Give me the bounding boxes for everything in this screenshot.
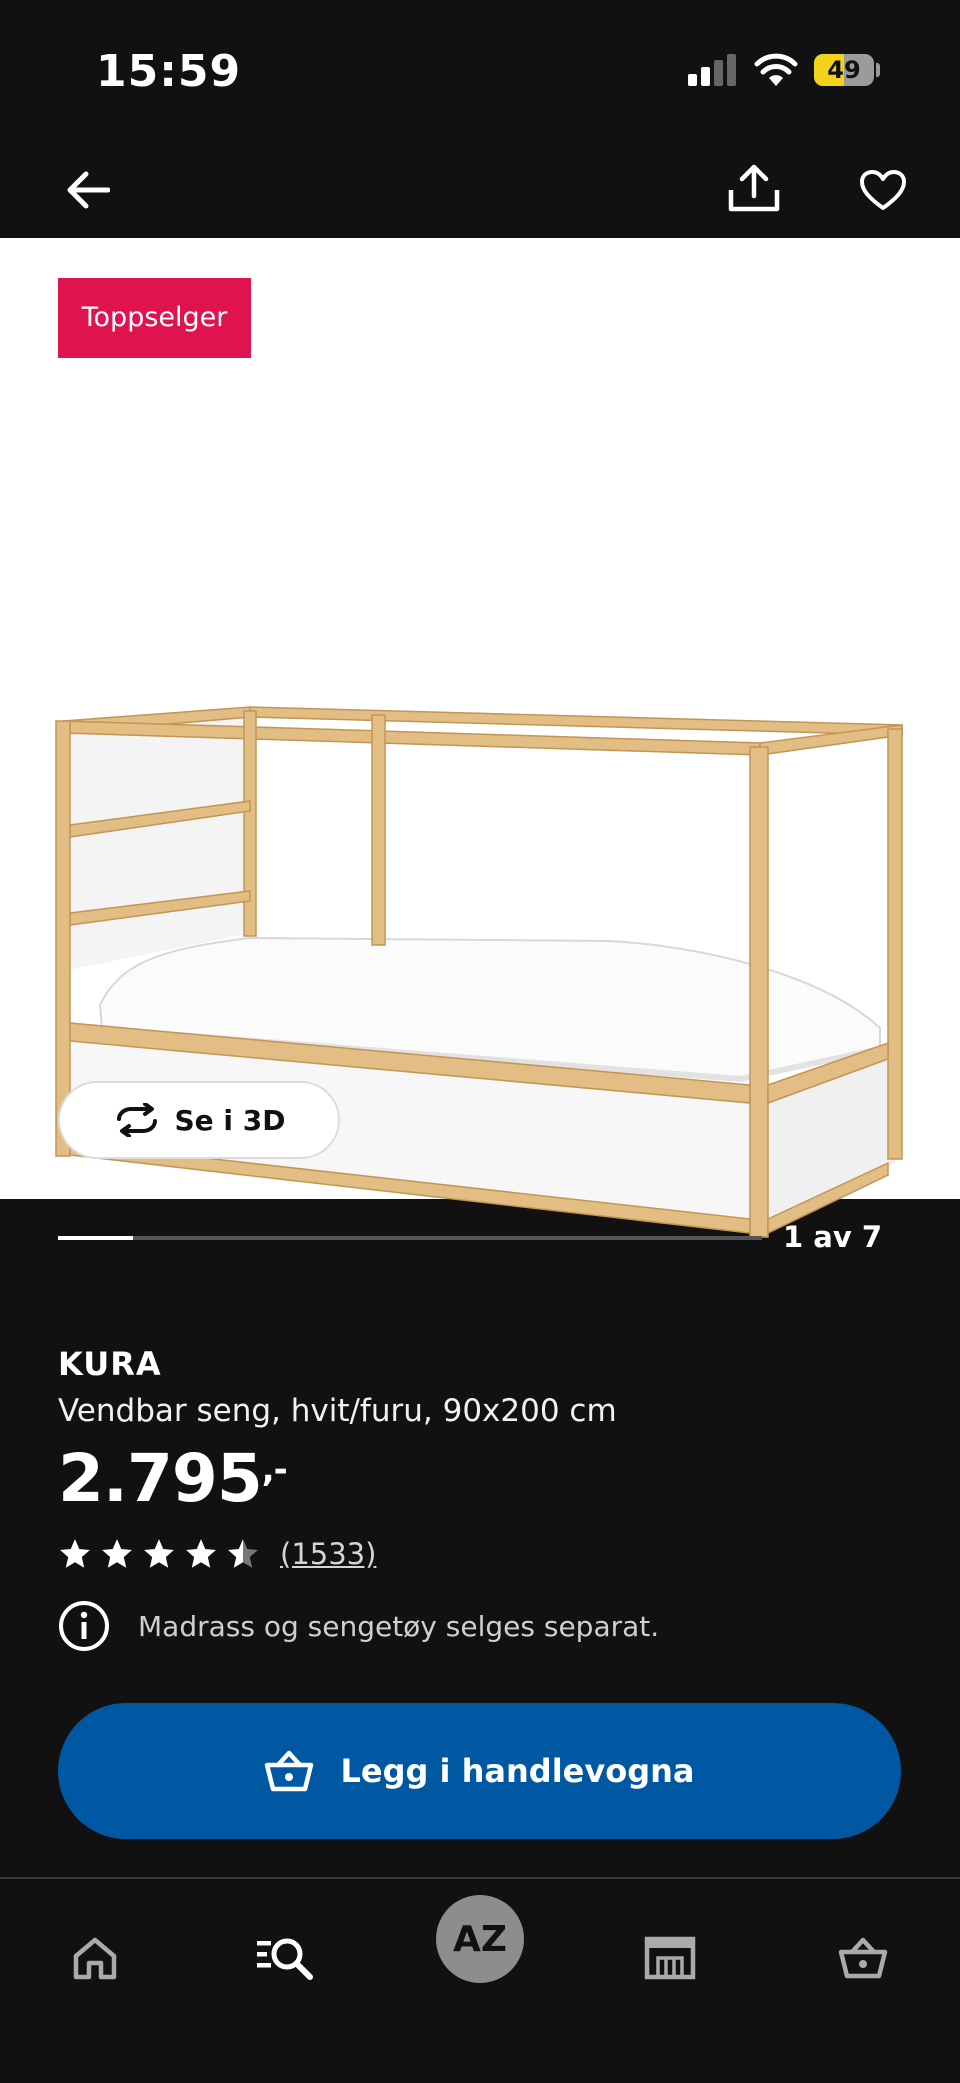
search-icon: [257, 1938, 313, 1980]
status-bar: 15:59 49: [0, 0, 960, 140]
favorite-heart-icon[interactable]: [855, 162, 911, 218]
tab-home[interactable]: [50, 1913, 140, 2003]
cart-basket-icon: [838, 1937, 888, 1979]
gallery-progress-bar: [58, 1236, 762, 1240]
star-full-icon: [102, 1539, 132, 1568]
star-full-icon: [186, 1539, 216, 1568]
notice-text: Madrass og sengetøy selges separat.: [138, 1609, 660, 1643]
separate-sale-notice: Madrass og sengetøy selges separat.: [58, 1600, 659, 1652]
star-half-icon: [228, 1539, 258, 1568]
product-price: 2.795,-: [58, 1440, 288, 1517]
bottom-tab-bar: AZ: [0, 1877, 960, 2083]
back-arrow-icon[interactable]: [60, 162, 116, 218]
star-full-icon: [144, 1539, 174, 1568]
view-in-3d-label: Se i 3D: [174, 1103, 286, 1137]
store-icon: [644, 1936, 696, 1980]
top-nav-bar: [0, 140, 960, 238]
tab-cart[interactable]: [818, 1913, 908, 2003]
review-count-link[interactable]: (1533): [280, 1537, 376, 1571]
bestseller-badge: Toppselger: [58, 278, 251, 358]
product-name: KURA: [58, 1345, 162, 1383]
info-icon: [59, 1601, 109, 1651]
tab-products-az[interactable]: AZ: [436, 1895, 524, 1983]
product-description: Vendbar seng, hvit/furu, 90x200 cm: [58, 1393, 617, 1429]
gallery-counter: 1 av 7: [782, 1220, 882, 1254]
star-full-icon: [60, 1539, 90, 1568]
tab-stores[interactable]: [625, 1913, 715, 2003]
product-image-gallery[interactable]: Toppselger Se i 3D: [0, 238, 960, 1238]
battery-icon: 49: [814, 54, 874, 86]
view-in-3d-button[interactable]: Se i 3D: [58, 1081, 340, 1159]
rating-stars[interactable]: (1533): [58, 1537, 376, 1571]
add-to-cart-label: Legg i handlevogna: [340, 1752, 695, 1790]
home-icon: [73, 1937, 117, 1980]
status-time: 15:59: [96, 46, 242, 97]
signal-icon: [688, 54, 736, 86]
gallery-progress-fill: [58, 1236, 134, 1240]
add-to-cart-button[interactable]: Legg i handlevogna: [58, 1703, 901, 1839]
tab-search[interactable]: [240, 1913, 330, 2003]
price-suffix: ,-: [261, 1450, 288, 1490]
wifi-icon: [754, 53, 798, 86]
cart-basket-icon: [265, 1750, 314, 1792]
battery-level: 49: [827, 56, 861, 84]
price-value: 2.795: [58, 1440, 263, 1517]
share-icon[interactable]: [726, 160, 782, 216]
rotate-3d-icon: [116, 1103, 157, 1137]
